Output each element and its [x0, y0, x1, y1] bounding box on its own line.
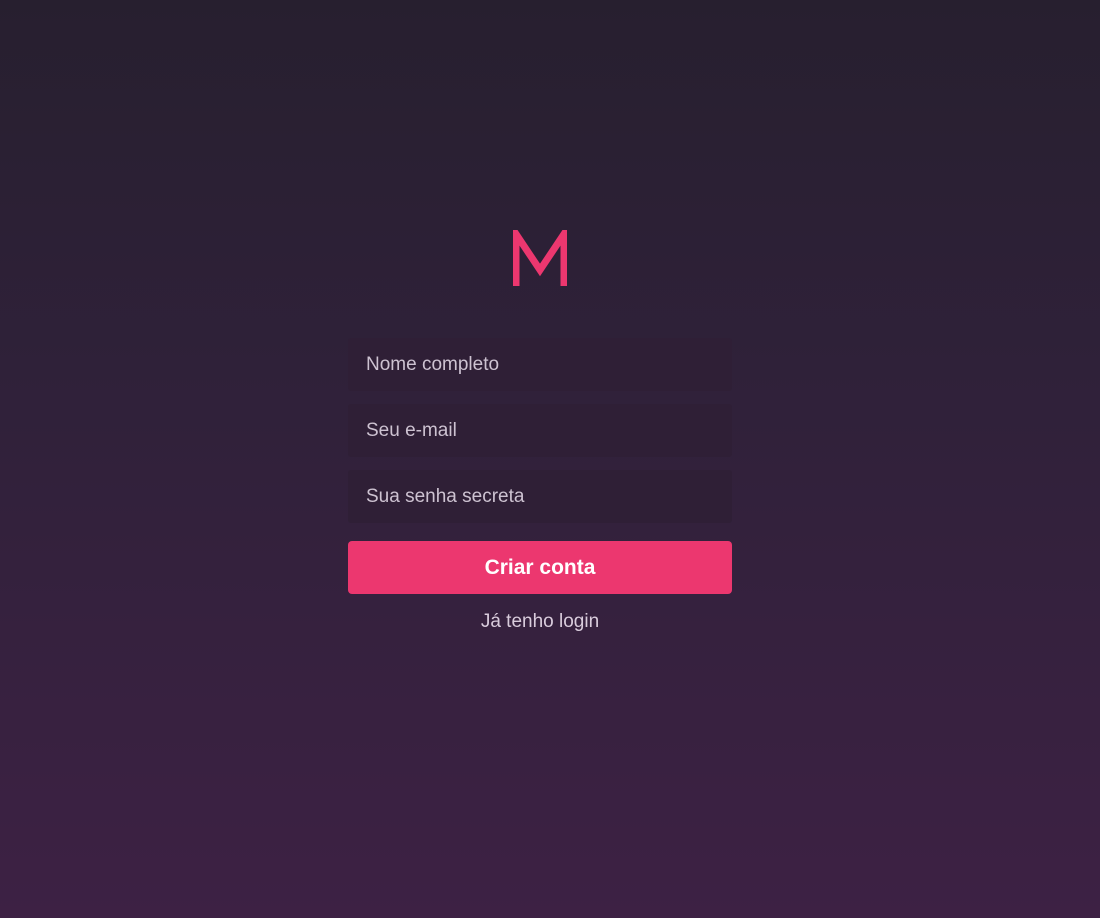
create-account-button[interactable]: Criar conta: [348, 541, 732, 594]
email-input[interactable]: [348, 404, 732, 457]
already-have-login-link[interactable]: Já tenho login: [348, 611, 732, 633]
m-logo-icon: [513, 230, 567, 286]
password-input[interactable]: [348, 470, 732, 523]
full-name-input[interactable]: [348, 338, 732, 391]
signup-container: Criar conta Já tenho login: [348, 230, 732, 633]
signup-form: Criar conta Já tenho login: [348, 338, 732, 633]
